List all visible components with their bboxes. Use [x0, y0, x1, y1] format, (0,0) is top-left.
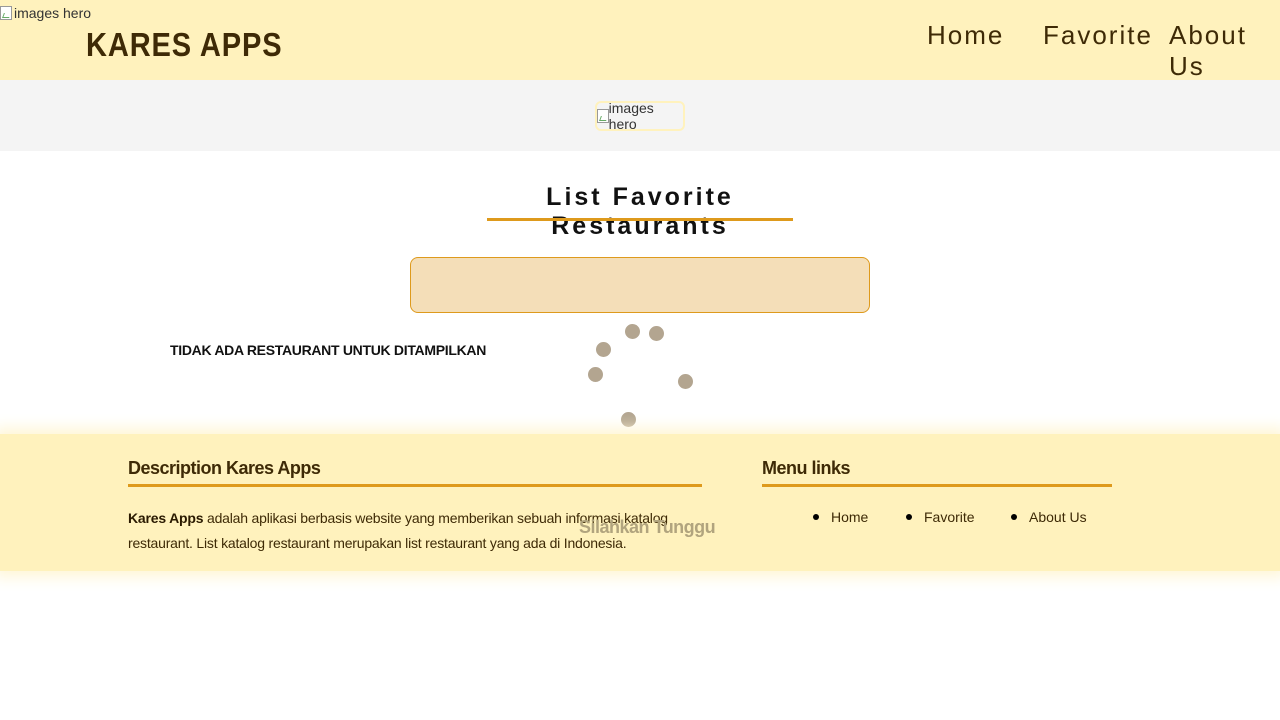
restaurant-list-container — [410, 257, 870, 313]
empty-state-message: TIDAK ADA RESTAURANT UNTUK DITAMPILKAN — [170, 342, 487, 358]
spinner-dot — [625, 324, 640, 339]
nav-home-link[interactable]: Home — [927, 20, 1004, 51]
spinner-dot — [678, 374, 693, 389]
site-header: images hero KARES APPS Home Favorite Abo… — [0, 0, 1280, 82]
nav-about-link[interactable]: About Us — [1169, 20, 1280, 82]
header-hero-image-alt: images hero — [14, 5, 92, 21]
loading-text: Silahkan Tunggu — [579, 517, 716, 537]
header-hero-image: images hero — [0, 4, 91, 22]
footer-menu-heading: Menu links — [762, 458, 851, 478]
spinner-dot — [649, 326, 664, 341]
hero-image-alt: images hero — [608, 100, 654, 132]
page-title: List Favorite Restaurants — [546, 183, 734, 240]
broken-image-icon — [0, 6, 12, 20]
footer-menu-favorite-label: Favorite — [924, 509, 975, 525]
spinner-dot — [596, 342, 611, 357]
broken-image-icon — [597, 109, 609, 123]
hero-image: images hero — [595, 100, 685, 132]
footer-description-heading: Description Kares Apps — [128, 458, 321, 478]
spinner-dot — [588, 367, 603, 382]
nav-favorite-link[interactable]: Favorite — [1043, 20, 1153, 51]
footer-description-brand: Kares Apps — [128, 510, 204, 526]
hero-section: images hero — [0, 80, 1280, 151]
footer-menu-about-label: About Us — [1029, 509, 1087, 525]
spinner-dot — [621, 412, 636, 427]
footer-description-underline — [128, 484, 702, 487]
footer-menu-favorite[interactable]: Favorite — [906, 509, 975, 525]
bullet-icon — [813, 514, 819, 520]
footer-menu-underline — [762, 484, 1112, 487]
footer-menu-home[interactable]: Home — [813, 509, 868, 525]
footer-menu-about[interactable]: About Us — [1011, 509, 1087, 525]
title-underline — [487, 218, 793, 221]
bullet-icon — [1011, 514, 1017, 520]
footer-menu-home-label: Home — [831, 509, 869, 525]
bullet-icon — [906, 514, 912, 520]
brand-logo-text[interactable]: KARES APPS — [86, 26, 283, 64]
